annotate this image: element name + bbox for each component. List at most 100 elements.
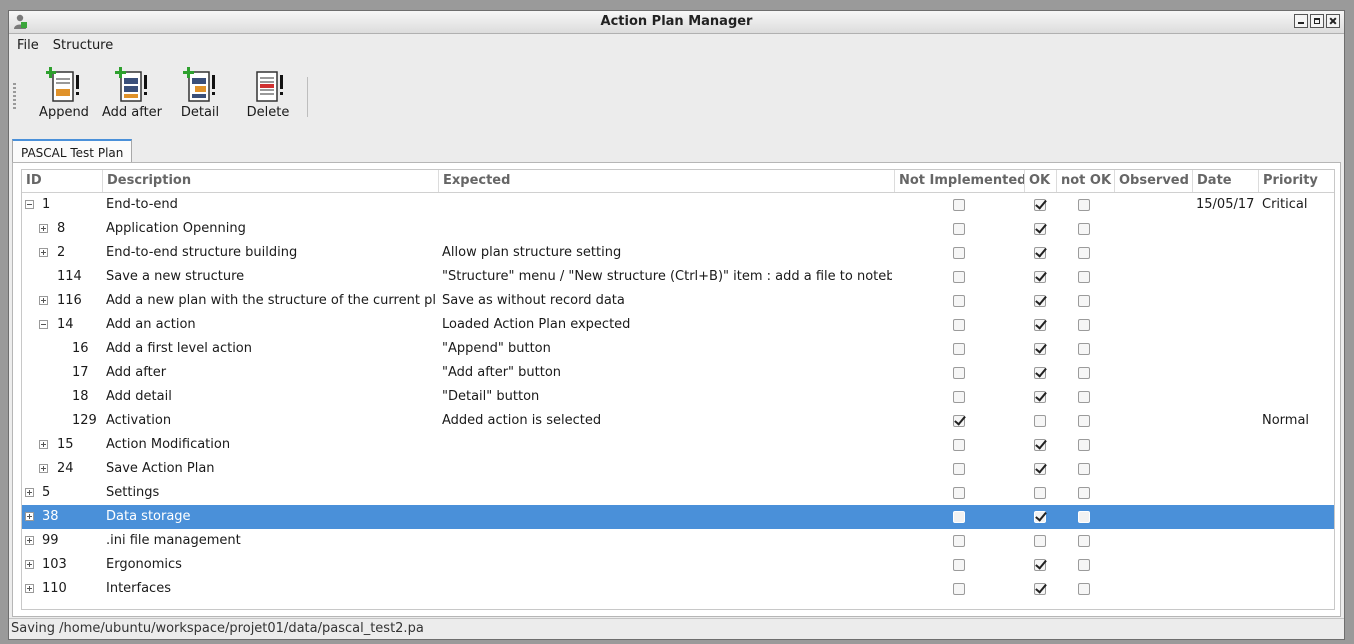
ok-checkbox[interactable] [1034, 319, 1046, 331]
append-button[interactable]: Append [33, 67, 95, 131]
not-implemented-checkbox[interactable] [953, 223, 965, 235]
not-ok-checkbox[interactable] [1078, 367, 1090, 379]
tree-row[interactable]: 1 End-to-end 15/05/17 Critical [22, 193, 1334, 217]
not-implemented-checkbox[interactable] [953, 391, 965, 403]
expand-icon[interactable] [39, 464, 48, 473]
not-ok-checkbox[interactable] [1078, 487, 1090, 499]
tree-row[interactable]: 129 Activation Added action is selected Nor… [22, 409, 1334, 433]
tree-row[interactable]: 110 Interfaces [22, 577, 1334, 601]
not-implemented-checkbox[interactable] [953, 271, 965, 283]
expand-icon[interactable] [25, 512, 34, 521]
ok-checkbox[interactable] [1034, 487, 1046, 499]
tree-row[interactable]: 15 Action Modification [22, 433, 1334, 457]
tab-pascal-test-plan[interactable]: PASCAL Test Plan [12, 139, 133, 163]
not-ok-checkbox[interactable] [1078, 415, 1090, 427]
not-ok-checkbox[interactable] [1078, 511, 1090, 523]
column-priority[interactable]: Priority [1258, 170, 1334, 192]
not-implemented-checkbox[interactable] [953, 535, 965, 547]
collapse-icon[interactable] [39, 320, 48, 329]
column-not-implemented[interactable]: Not Implemented [894, 170, 1024, 192]
not-ok-checkbox[interactable] [1078, 223, 1090, 235]
not-implemented-checkbox[interactable] [953, 559, 965, 571]
collapse-icon[interactable] [25, 200, 34, 209]
column-not-ok[interactable]: not OK [1056, 170, 1114, 192]
not-ok-checkbox[interactable] [1078, 583, 1090, 595]
close-button[interactable] [1326, 14, 1340, 28]
not-implemented-checkbox[interactable] [953, 247, 965, 259]
ok-checkbox[interactable] [1034, 247, 1046, 259]
not-ok-checkbox[interactable] [1078, 535, 1090, 547]
ok-checkbox[interactable] [1034, 559, 1046, 571]
not-implemented-checkbox[interactable] [953, 367, 965, 379]
not-implemented-checkbox[interactable] [953, 319, 965, 331]
tree-row[interactable]: 5 Settings [22, 481, 1334, 505]
column-description[interactable]: Description [102, 170, 438, 192]
action-tree[interactable]: ID Description Expected Not Implemented … [21, 169, 1335, 610]
tree-row[interactable]: 8 Application Openning [22, 217, 1334, 241]
not-implemented-checkbox[interactable] [953, 463, 965, 475]
ok-checkbox[interactable] [1034, 391, 1046, 403]
not-ok-checkbox[interactable] [1078, 319, 1090, 331]
detail-button[interactable]: Detail [169, 67, 231, 131]
column-observed[interactable]: Observed [1114, 170, 1192, 192]
column-date[interactable]: Date [1192, 170, 1258, 192]
not-implemented-checkbox[interactable] [953, 487, 965, 499]
not-ok-checkbox[interactable] [1078, 463, 1090, 475]
ok-checkbox[interactable] [1034, 535, 1046, 547]
minimize-button[interactable] [1294, 14, 1308, 28]
tree-row[interactable]: 103 Ergonomics [22, 553, 1334, 577]
ok-checkbox[interactable] [1034, 415, 1046, 427]
tree-row[interactable]: 14 Add an action Loaded Action Plan expect… [22, 313, 1334, 337]
not-implemented-checkbox[interactable] [953, 439, 965, 451]
not-implemented-checkbox[interactable] [953, 583, 965, 595]
tree-row[interactable]: 18 Add detail "Detail" button [22, 385, 1334, 409]
expand-icon[interactable] [25, 560, 34, 569]
menu-structure[interactable]: Structure [53, 38, 113, 53]
expand-icon[interactable] [25, 488, 34, 497]
not-implemented-checkbox[interactable] [953, 511, 965, 523]
ok-checkbox[interactable] [1034, 367, 1046, 379]
not-ok-checkbox[interactable] [1078, 439, 1090, 451]
tree-row[interactable]: 114 Save a new structure "Structure" menu … [22, 265, 1334, 289]
not-implemented-checkbox[interactable] [953, 415, 965, 427]
expand-icon[interactable] [39, 440, 48, 449]
maximize-button[interactable] [1310, 14, 1324, 28]
expand-icon[interactable] [25, 584, 34, 593]
not-ok-checkbox[interactable] [1078, 343, 1090, 355]
expand-icon[interactable] [25, 536, 34, 545]
not-implemented-checkbox[interactable] [953, 199, 965, 211]
title-bar[interactable]: Action Plan Manager [9, 11, 1344, 34]
tree-row[interactable]: 2 End-to-end structure building Allow plan… [22, 241, 1334, 265]
expand-icon[interactable] [39, 296, 48, 305]
ok-checkbox[interactable] [1034, 199, 1046, 211]
not-implemented-checkbox[interactable] [953, 295, 965, 307]
not-ok-checkbox[interactable] [1078, 247, 1090, 259]
tree-row[interactable]: 38 Data storage [22, 505, 1334, 529]
ok-checkbox[interactable] [1034, 223, 1046, 235]
not-ok-checkbox[interactable] [1078, 559, 1090, 571]
not-ok-checkbox[interactable] [1078, 199, 1090, 211]
expand-icon[interactable] [39, 224, 48, 233]
expand-icon[interactable] [39, 248, 48, 257]
tree-row[interactable]: 99 .ini file management [22, 529, 1334, 553]
ok-checkbox[interactable] [1034, 511, 1046, 523]
not-ok-checkbox[interactable] [1078, 271, 1090, 283]
menu-file[interactable]: File [17, 38, 39, 53]
ok-checkbox[interactable] [1034, 295, 1046, 307]
tree-row[interactable]: 16 Add a first level action "Append" butto… [22, 337, 1334, 361]
not-ok-checkbox[interactable] [1078, 295, 1090, 307]
not-ok-checkbox[interactable] [1078, 391, 1090, 403]
delete-button[interactable]: Delete [237, 67, 299, 131]
ok-checkbox[interactable] [1034, 583, 1046, 595]
column-id[interactable]: ID [22, 170, 102, 192]
toolbar-grip[interactable] [13, 83, 16, 109]
tree-row[interactable]: 17 Add after "Add after" button [22, 361, 1334, 385]
ok-checkbox[interactable] [1034, 343, 1046, 355]
ok-checkbox[interactable] [1034, 439, 1046, 451]
ok-checkbox[interactable] [1034, 463, 1046, 475]
column-expected[interactable]: Expected [438, 170, 894, 192]
tree-row[interactable]: 116 Add a new plan with the structure of … [22, 289, 1334, 313]
tree-row[interactable]: 24 Save Action Plan [22, 457, 1334, 481]
add-after-button[interactable]: Add after [101, 67, 163, 131]
ok-checkbox[interactable] [1034, 271, 1046, 283]
